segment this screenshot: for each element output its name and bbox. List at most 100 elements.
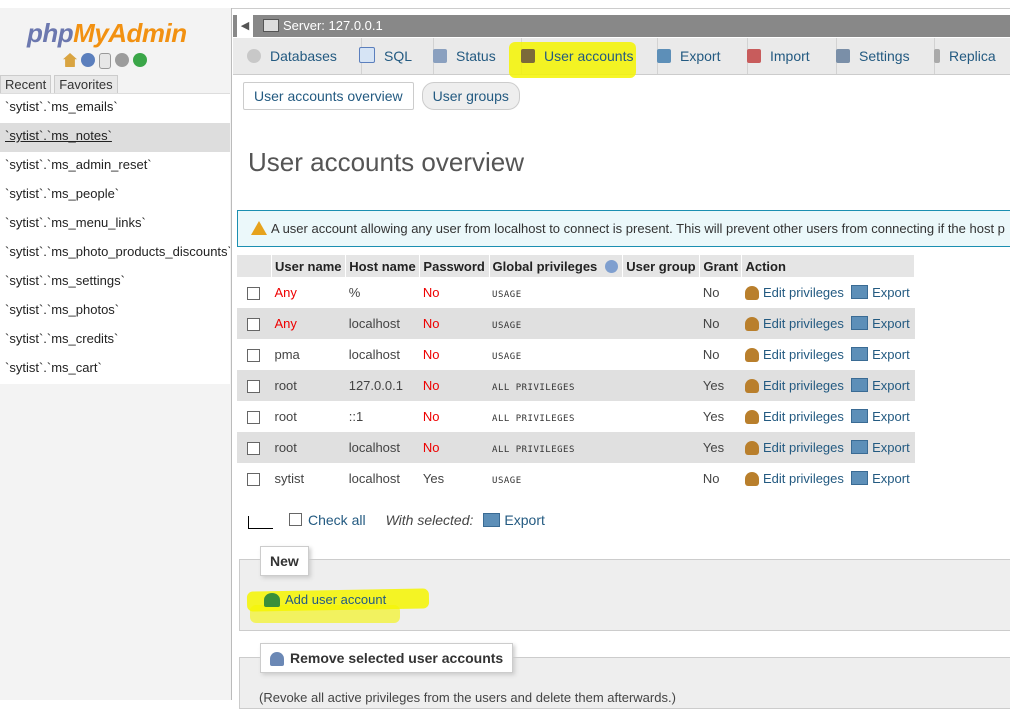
recent-table-item[interactable]: `sytist`.`ms_photos` [0,297,230,326]
recent-table-item[interactable]: `sytist`.`ms_emails` [0,94,230,123]
edit-privileges-icon [744,379,759,393]
edit-privileges-link[interactable]: Edit privileges [763,471,844,486]
recent-table-item[interactable]: `sytist`.`ms_cart` [0,355,230,384]
navigation-panel: phpMyAdmin Recent Favorites `sytist`.`ms… [0,8,232,700]
edit-privileges-link[interactable]: Edit privileges [763,347,844,362]
privileges-code: USAGE [492,290,522,300]
add-user-account-link[interactable]: Add user account [264,592,386,607]
check-all-checkbox[interactable] [289,513,302,526]
sub-tabs: User accounts overview User groups [243,82,520,110]
recent-table-item[interactable]: `sytist`.`ms_settings` [0,268,230,297]
recent-table-item[interactable]: `sytist`.`ms_photo_products_discounts` [0,239,230,268]
recent-table-item[interactable]: `sytist`.`ms_notes` [0,123,230,152]
cell-grant: No [699,277,742,308]
add-user-icon [264,593,280,607]
import-icon [747,49,761,63]
tab-databases[interactable]: Databases [233,38,362,74]
table-header-row: User name Host name Password Global priv… [237,255,915,277]
cell-global-privileges: USAGE [489,308,623,339]
row-checkbox[interactable] [247,411,260,425]
logo-php: php [27,18,74,48]
export-link[interactable]: Export [872,285,910,300]
tab-status[interactable]: Status [421,38,522,74]
row-checkbox-cell [237,370,272,401]
cell-action: Edit privileges Export [741,463,915,494]
cell-user-group [622,432,700,463]
subtab-user-accounts-overview[interactable]: User accounts overview [243,82,414,110]
export-icon [851,316,869,330]
phpmyadmin-logo[interactable]: phpMyAdmin [27,18,187,49]
recent-table-item[interactable]: `sytist`.`ms_people` [0,181,230,210]
edit-privileges-link[interactable]: Edit privileges [763,285,844,300]
export-link[interactable]: Export [872,347,910,362]
recent-table-item[interactable]: `sytist`.`ms_credits` [0,326,230,355]
row-checkbox[interactable] [247,473,260,487]
edit-privileges-link[interactable]: Edit privileges [763,409,844,424]
notice-text: A user account allowing any user from lo… [271,221,1005,236]
row-checkbox-cell [237,432,272,463]
help-icon[interactable] [604,259,618,273]
row-checkbox[interactable] [247,287,260,301]
header-host-name[interactable]: Host name [345,255,421,277]
edit-privileges-link[interactable]: Edit privileges [763,378,844,393]
table-row: sytist localhost Yes USAGE No Edit privileges… [237,463,915,494]
tab-export[interactable]: Export [645,38,748,74]
export-link[interactable]: Export [872,440,910,455]
database-icon [247,49,261,63]
documentation-icon[interactable] [99,53,111,69]
row-checkbox-cell [237,308,272,339]
settings-gear-icon[interactable] [115,53,129,67]
row-checkbox[interactable] [247,380,260,394]
cell-action: Edit privileges Export [741,277,915,308]
home-icon[interactable] [63,53,77,67]
tab-favorites[interactable]: Favorites [54,75,118,94]
export-link[interactable]: Export [872,471,910,486]
row-checkbox[interactable] [247,318,260,332]
highlight-marker [250,605,400,623]
cell-host-name: localhost [345,463,420,494]
collapse-arrow-icon[interactable]: ◀ [237,15,253,37]
row-checkbox[interactable] [247,442,260,456]
export-link[interactable]: Export [872,409,910,424]
row-checkbox[interactable] [247,349,260,363]
header-grant[interactable]: Grant [699,255,743,277]
warning-icon [251,221,267,235]
recent-table-item[interactable]: `sytist`.`ms_menu_links` [0,210,230,239]
tab-replication[interactable]: Replica [922,38,1010,74]
server-breadcrumb: ◀ Server: 127.0.0.1 [233,15,1010,37]
tab-import[interactable]: Import [735,38,837,74]
check-all-label[interactable]: Check all [308,512,366,528]
table-row: Any localhost No USAGE No Edit privileges Exp… [237,308,915,339]
cell-global-privileges: ALL PRIVILEGES [489,432,623,463]
tab-settings[interactable]: Settings [824,38,935,74]
header-global-privileges[interactable]: Global privileges [489,255,624,277]
cell-user-name: root [271,401,346,432]
header-password[interactable]: Password [419,255,490,277]
subtab-user-groups[interactable]: User groups [421,82,520,110]
privileges-code: ALL PRIVILEGES [492,445,575,455]
tab-recent[interactable]: Recent [0,75,52,94]
query-window-icon[interactable] [81,53,95,67]
edit-privileges-link[interactable]: Edit privileges [763,440,844,455]
tab-user-accounts[interactable]: User accounts [509,38,658,74]
tab-label: Import [770,48,810,64]
bulk-export-button[interactable]: Export [504,512,544,528]
table-row: pma localhost No USAGE No Edit privileges Exp… [237,339,915,370]
edit-privileges-link[interactable]: Edit privileges [763,316,844,331]
server-link[interactable]: Server: 127.0.0.1 [283,18,383,33]
recent-table-item[interactable]: `sytist`.`ms_admin_reset` [0,152,230,181]
export-icon [851,378,869,392]
export-link[interactable]: Export [872,378,910,393]
revoke-description: (Revoke all active privileges from the u… [259,690,676,705]
cell-host-name: localhost [345,339,420,370]
cell-global-privileges: USAGE [489,277,623,308]
tab-label: Databases [270,48,337,64]
header-user-group[interactable]: User group [622,255,701,277]
reload-icon[interactable] [133,53,147,67]
cell-host-name: 127.0.0.1 [345,370,420,401]
export-link[interactable]: Export [872,316,910,331]
header-action: Action [741,255,915,277]
nav-icon-bar [63,53,147,69]
header-user-name[interactable]: User name [271,255,347,277]
tab-label: Status [456,48,496,64]
